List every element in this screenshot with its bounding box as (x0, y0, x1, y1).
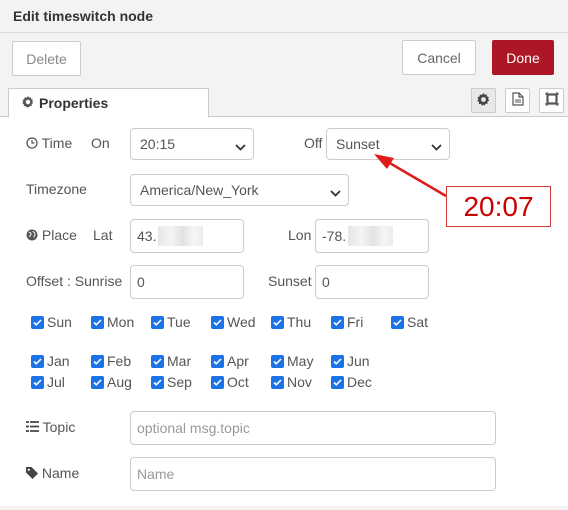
latitude-input[interactable]: 43. (130, 219, 244, 253)
month-checkbox-jul[interactable]: Jul (31, 374, 65, 390)
timezone-label: Timezone (26, 181, 87, 197)
checkbox-checked-icon (31, 375, 44, 389)
checkbox-checked-icon (31, 354, 44, 368)
month-checkbox-apr[interactable]: Apr (211, 353, 249, 369)
month-label: Jun (347, 353, 370, 369)
month-label: Oct (227, 374, 249, 390)
offset-sunset-label: Sunset (268, 273, 312, 289)
offset-sunrise-input[interactable]: 0 (130, 265, 244, 299)
latitude-value: 43. (137, 228, 157, 244)
place-label: Place (26, 227, 77, 244)
topic-label-text: Topic (42, 419, 76, 435)
month-label: Nov (287, 374, 312, 390)
topic-input[interactable]: optional msg.topic (130, 411, 496, 445)
checkbox-checked-icon (211, 315, 224, 329)
day-label: Tue (167, 314, 191, 330)
day-checkbox-sat[interactable]: Sat (391, 314, 428, 330)
checkbox-checked-icon (31, 315, 44, 329)
checkbox-checked-icon (211, 354, 224, 368)
checkbox-checked-icon (391, 315, 404, 329)
month-label: Dec (347, 374, 372, 390)
month-checkbox-oct[interactable]: Oct (211, 374, 249, 390)
topic-label: Topic (26, 419, 75, 435)
month-label: Jul (47, 374, 65, 390)
longitude-value: -78. (322, 228, 347, 244)
name-label-text: Name (41, 465, 80, 481)
annotation-callout: 20:07 (446, 186, 551, 227)
month-checkbox-nov[interactable]: Nov (271, 374, 312, 390)
offset-sunrise-label: Offset : Sunrise (26, 273, 123, 289)
month-checkbox-sep[interactable]: Sep (151, 374, 192, 390)
day-label: Mon (107, 314, 135, 330)
day-checkbox-mon[interactable]: Mon (91, 314, 134, 330)
name-label: Name (26, 465, 79, 482)
checkbox-checked-icon (331, 375, 344, 389)
chevron-down-icon (330, 185, 341, 201)
longitude-input[interactable]: -78. (315, 219, 429, 253)
month-checkbox-may[interactable]: May (271, 353, 313, 369)
month-label: Sep (167, 374, 192, 390)
bottom-edge (0, 506, 568, 510)
checkbox-checked-icon (331, 354, 344, 368)
checkbox-checked-icon (91, 354, 104, 368)
timezone-value: America/New_York (140, 182, 259, 198)
month-checkbox-aug[interactable]: Aug (91, 374, 132, 390)
month-checkbox-mar[interactable]: Mar (151, 353, 191, 369)
lon-label: Lon (288, 227, 312, 243)
day-label: Sat (407, 314, 429, 330)
checkbox-checked-icon (91, 375, 104, 389)
day-checkbox-thu[interactable]: Thu (271, 314, 311, 330)
day-label: Thu (287, 314, 312, 330)
tasks-icon (26, 419, 39, 435)
checkbox-checked-icon (331, 315, 344, 329)
day-checkbox-wed[interactable]: Wed (211, 314, 256, 330)
month-label: Aug (107, 374, 132, 390)
month-label: Jan (47, 353, 70, 369)
offset-sunset-input[interactable]: 0 (315, 265, 429, 299)
offset-sunset-value: 0 (322, 274, 330, 290)
month-checkbox-jan[interactable]: Jan (31, 353, 70, 369)
month-checkbox-feb[interactable]: Feb (91, 353, 131, 369)
checkbox-checked-icon (271, 375, 284, 389)
offset-sunrise-value: 0 (137, 274, 145, 290)
timezone-select[interactable]: America/New_York (130, 174, 349, 206)
checkbox-checked-icon (91, 315, 104, 329)
day-checkbox-sun[interactable]: Sun (31, 314, 72, 330)
globe-icon (26, 228, 38, 244)
redacted-blur (348, 226, 394, 246)
month-checkbox-dec[interactable]: Dec (331, 374, 372, 390)
day-label: Wed (227, 314, 256, 330)
day-label: Fri (347, 314, 364, 330)
month-label: Mar (167, 353, 192, 369)
day-checkbox-tue[interactable]: Tue (151, 314, 191, 330)
name-input[interactable]: Name (130, 457, 496, 491)
place-label-text: Place (41, 227, 77, 243)
month-label: Feb (107, 353, 132, 369)
checkbox-checked-icon (151, 375, 164, 389)
checkbox-checked-icon (211, 375, 224, 389)
month-label: May (287, 353, 314, 369)
tag-icon (26, 466, 38, 482)
checkbox-checked-icon (151, 315, 164, 329)
day-checkbox-fri[interactable]: Fri (331, 314, 363, 330)
day-label: Sun (47, 314, 72, 330)
lat-label: Lat (93, 227, 113, 243)
checkbox-checked-icon (151, 354, 164, 368)
checkbox-checked-icon (271, 354, 284, 368)
redacted-blur (158, 226, 204, 246)
month-label: Apr (227, 353, 249, 369)
month-checkbox-jun[interactable]: Jun (331, 353, 370, 369)
checkbox-checked-icon (271, 315, 284, 329)
